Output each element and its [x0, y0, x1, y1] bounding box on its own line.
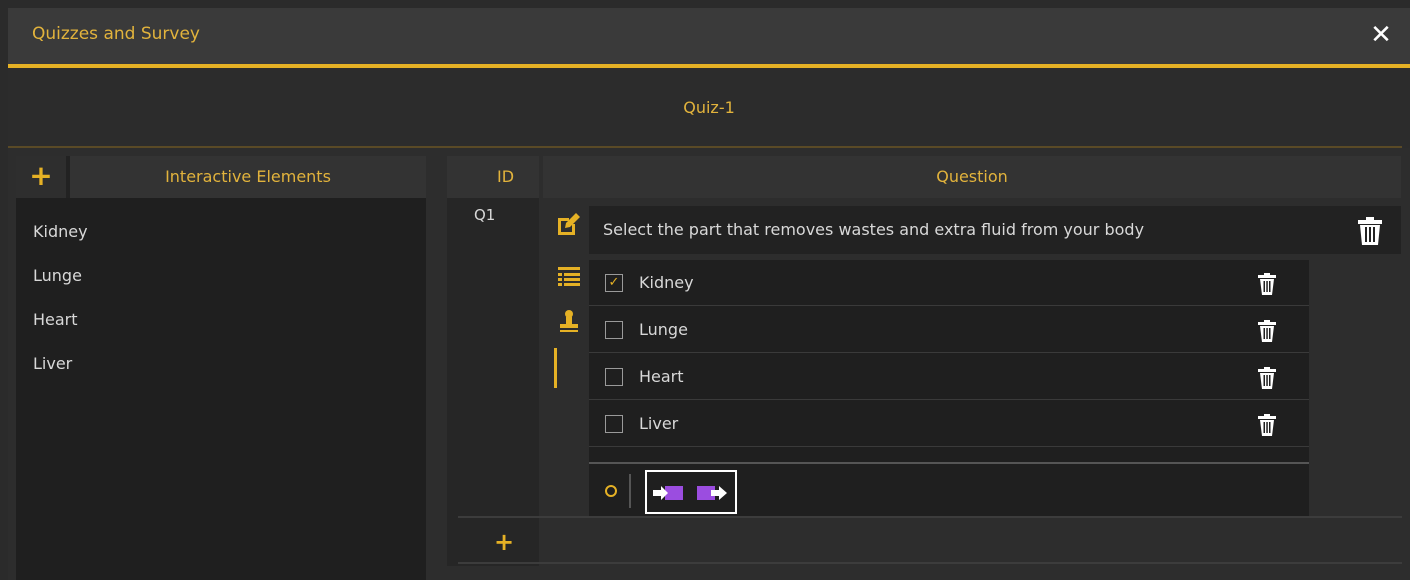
id-column-header: ID	[447, 156, 539, 198]
answer-row-heart[interactable]: Heart	[589, 354, 1309, 400]
element-item-lunge[interactable]: Lunge	[16, 254, 426, 298]
questions-panel: ID Question Q1 Select the part that remo…	[432, 156, 1410, 580]
add-row-id-cell	[447, 518, 539, 562]
quizzes-survey-window: Quizzes and Survey ✕ Quiz-1 + Interactiv…	[8, 8, 1410, 580]
trash-icon[interactable]	[1257, 320, 1277, 342]
row-divider	[458, 562, 1402, 564]
answer-row-kidney[interactable]: ✓ Kidney	[589, 260, 1309, 306]
quiz-title: Quiz-1	[683, 98, 735, 117]
add-question-button[interactable]: +	[494, 528, 514, 556]
element-item-liver[interactable]: Liver	[16, 342, 426, 386]
transfer-in-icon[interactable]	[653, 484, 685, 502]
close-button[interactable]: ✕	[1366, 18, 1396, 52]
answer-label: Lunge	[639, 320, 688, 339]
trash-icon[interactable]	[1257, 273, 1277, 295]
row-divider	[458, 516, 1402, 518]
trash-icon[interactable]	[1257, 367, 1277, 389]
add-element-button[interactable]: +	[16, 156, 66, 198]
window-title: Quizzes and Survey	[32, 24, 200, 44]
answers-footer	[589, 464, 1309, 518]
answer-row-lunge[interactable]: Lunge	[589, 307, 1309, 353]
trash-icon[interactable]	[1257, 414, 1277, 436]
edit-icon[interactable]	[555, 210, 583, 238]
answer-label: Liver	[639, 414, 679, 433]
question-column-header: Question	[543, 156, 1401, 198]
element-item-heart[interactable]: Heart	[16, 298, 426, 342]
question-text: Select the part that removes wastes and …	[603, 220, 1145, 239]
answer-checkbox[interactable]	[605, 321, 623, 339]
list-icon[interactable]	[555, 264, 583, 292]
active-tool-indicator	[554, 348, 557, 388]
interactive-elements-title: Interactive Elements	[165, 167, 331, 186]
interactive-elements-header: + Interactive Elements	[16, 156, 426, 198]
answer-type-radio[interactable]	[605, 485, 617, 497]
answer-checkbox-checked[interactable]: ✓	[605, 274, 623, 292]
title-bar: Quizzes and Survey ✕	[8, 8, 1410, 64]
trash-icon[interactable]	[1357, 216, 1383, 246]
element-item-kidney[interactable]: Kidney	[16, 210, 426, 254]
answer-checkbox[interactable]	[605, 415, 623, 433]
answers-list: ✓ Kidney Lunge Heart Liver	[589, 260, 1309, 518]
transfer-out-icon[interactable]	[697, 484, 729, 502]
question-row: Select the part that removes wastes and …	[543, 198, 1401, 518]
interactive-elements-list: Kidney Lunge Heart Liver	[16, 210, 426, 386]
transfer-buttons-group	[645, 470, 737, 514]
quiz-header: Quiz-1	[8, 68, 1410, 148]
answer-label: Heart	[639, 367, 684, 386]
footer-separator	[629, 474, 631, 508]
stamp-icon[interactable]	[555, 308, 583, 336]
interactive-elements-panel: + Interactive Elements Kidney Lunge Hear…	[16, 156, 426, 580]
answer-label: Kidney	[639, 273, 694, 292]
answer-checkbox[interactable]	[605, 368, 623, 386]
question-text-row[interactable]: Select the part that removes wastes and …	[589, 206, 1401, 254]
question-id: Q1	[474, 206, 496, 224]
quiz-divider	[8, 146, 1402, 148]
question-header-label: Question	[936, 167, 1008, 186]
answer-row-liver[interactable]: Liver	[589, 401, 1309, 447]
